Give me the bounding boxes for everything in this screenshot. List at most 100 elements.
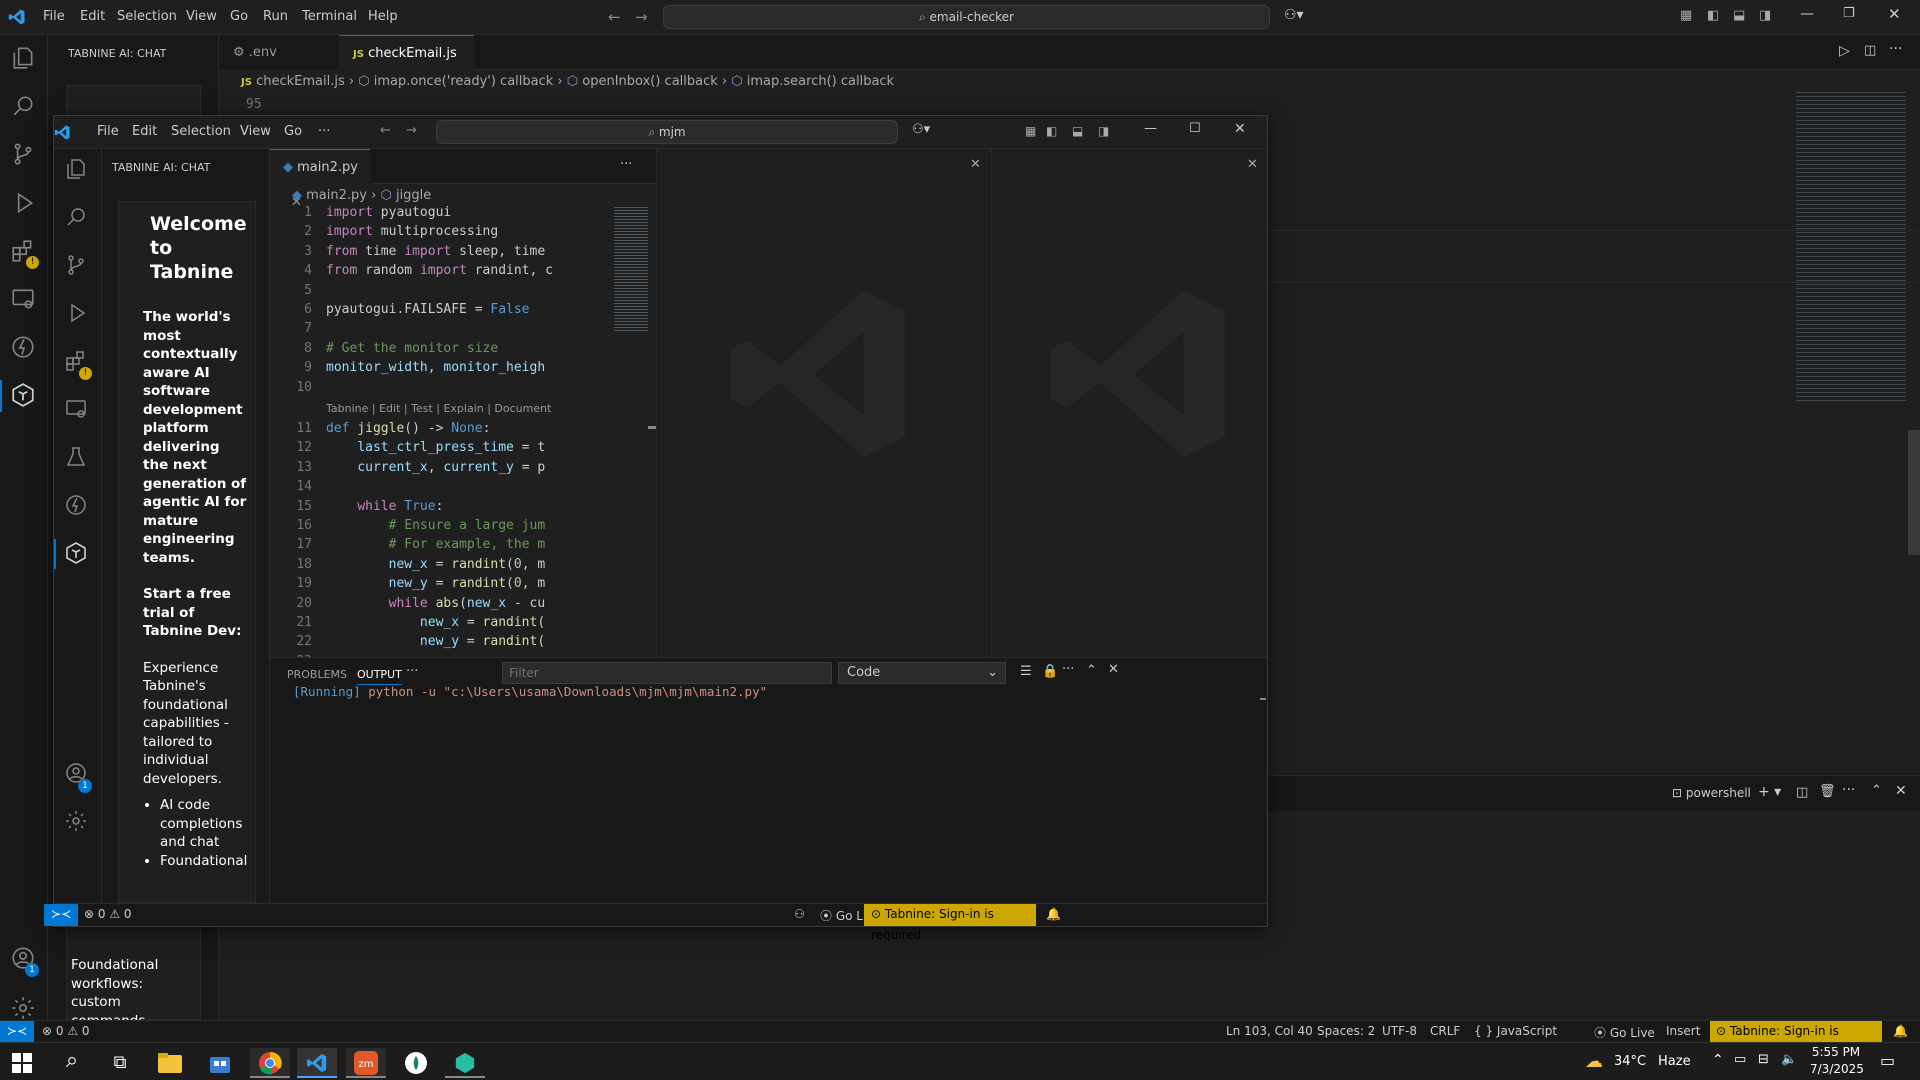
menu-view[interactable]: View (240, 124, 271, 139)
weather-description[interactable]: Haze (1658, 1054, 1691, 1069)
notification-center-icon[interactable]: ▭ (1880, 1051, 1895, 1070)
code-line[interactable]: def jiggle() -> None: (326, 421, 490, 436)
run-debug-icon[interactable] (10, 190, 38, 218)
menu-selection[interactable]: Selection (117, 9, 177, 24)
explorer-icon[interactable] (10, 45, 38, 73)
indentation[interactable]: Spaces: 2 (1317, 1024, 1375, 1038)
search-icon[interactable] (10, 93, 38, 121)
volume-icon[interactable]: 🔈 (1781, 1052, 1797, 1067)
code-line[interactable]: while True: (326, 499, 443, 514)
menu-help[interactable]: Help (368, 9, 398, 24)
toggle-sidebar-icon[interactable]: ◧ (1046, 124, 1057, 138)
code-line[interactable]: import pyautogui (326, 205, 451, 220)
menu-edit[interactable]: Edit (132, 124, 157, 139)
menu-go[interactable]: Go (284, 124, 302, 139)
file-explorer-icon[interactable] (150, 1048, 190, 1078)
remote-indicator-icon[interactable]: ≻≺ (44, 904, 78, 926)
problems-indicator[interactable]: ⊗ 0 ⚠ 0 (84, 907, 132, 921)
lightning-icon[interactable] (64, 493, 92, 521)
code-line[interactable]: # Ensure a large jum (326, 518, 546, 533)
settings-gear-icon[interactable] (10, 995, 38, 1023)
chrome-icon[interactable] (250, 1048, 290, 1078)
crumb-file[interactable]: checkEmail.js (256, 74, 345, 89)
close-group-icon[interactable]: ✕ (970, 157, 981, 172)
more-actions-icon[interactable]: ··· (1842, 782, 1855, 798)
close-panel-icon[interactable]: ✕ (1108, 662, 1119, 677)
trash-icon[interactable]: 🗑 (1819, 784, 1836, 799)
cursor-position[interactable]: Ln 103, Col 40 (1226, 1024, 1313, 1038)
code-line[interactable]: current_x, current_y = p (326, 460, 545, 475)
weather-temperature[interactable]: 34°C (1614, 1054, 1646, 1069)
code-line[interactable]: import multiprocessing (326, 224, 498, 239)
menu-view[interactable]: View (186, 9, 217, 24)
command-center-search[interactable]: ⌕ mjm (436, 120, 898, 144)
show-hidden-icons-icon[interactable]: ⌃ (1712, 1052, 1724, 1068)
more-panel-tabs-icon[interactable]: ··· (406, 664, 418, 679)
lock-icon[interactable]: 🔒 (1042, 664, 1058, 679)
vscode-insiders-icon[interactable] (445, 1048, 485, 1078)
back-arrow-icon[interactable]: ← (380, 123, 391, 138)
code-line[interactable]: while abs(new_x - cu (326, 596, 546, 611)
code-line[interactable]: new_y = randint( (326, 634, 545, 649)
source-control-icon[interactable] (64, 253, 92, 281)
terminal-tab[interactable]: ⊡ powershell (1672, 786, 1751, 800)
layout-customize-icon[interactable]: ▦ (1025, 124, 1036, 138)
filter-input[interactable] (502, 662, 832, 684)
editor-mode[interactable]: Insert (1666, 1024, 1700, 1038)
toggle-panel-icon[interactable]: ⬓ (1733, 8, 1745, 23)
testing-flask-icon[interactable] (64, 445, 92, 473)
tabnine-icon[interactable] (10, 382, 38, 410)
network-icon[interactable]: ⊟ (1758, 1052, 1769, 1067)
line-ending[interactable]: CRLF (1430, 1024, 1460, 1038)
encoding[interactable]: UTF-8 (1382, 1024, 1417, 1038)
menu-file[interactable]: File (97, 124, 119, 139)
code-area[interactable]: 1 import pyautogui 2 import multiprocessing… (270, 205, 605, 657)
crumb-1[interactable]: imap.once('ready') callback (374, 74, 554, 89)
command-center-search[interactable]: ⌕ email-checker (663, 5, 1270, 29)
search-icon[interactable] (64, 205, 92, 233)
split-editor-icon[interactable]: ◫ (1864, 43, 1876, 58)
store-icon[interactable] (200, 1048, 240, 1078)
crumb-2[interactable]: openInbox() callback (582, 74, 718, 89)
tab-main2[interactable]: ◆ main2.py ✕ (270, 149, 370, 210)
back-arrow-icon[interactable]: ← (608, 8, 621, 26)
zoom-icon[interactable]: zm (346, 1048, 386, 1078)
close-window-icon[interactable]: ✕ (1234, 121, 1246, 137)
remote-explorer-icon[interactable] (64, 397, 92, 425)
code-line[interactable]: new_x = randint(0, m (326, 557, 546, 572)
clock-time[interactable]: 5:55 PM (1810, 1045, 1862, 1059)
remote-indicator-icon[interactable]: ≻≺ (0, 1021, 34, 1042)
copilot-icon[interactable]: ⚇▾ (1284, 7, 1304, 23)
tab-output[interactable]: OUTPUT (357, 668, 402, 685)
tab-checkemail[interactable]: JS checkEmail.js ✕ (339, 35, 474, 97)
code-line[interactable]: from time import sleep, time (326, 244, 545, 259)
breadcrumb[interactable]: ◆ main2.py › ⬡ jiggle (292, 188, 431, 203)
copilot-status-icon[interactable]: ⚇ (794, 907, 805, 921)
vscode-taskbar-icon[interactable] (297, 1048, 337, 1078)
copilot-icon[interactable]: ⚇▾ (912, 122, 930, 137)
menu-selection[interactable]: Selection (171, 124, 231, 139)
run-file-icon[interactable]: ▷ (1839, 43, 1850, 59)
go-live-button[interactable]: ⦿ Go Live (1594, 1024, 1655, 1041)
restore-icon[interactable]: ❐ (1843, 6, 1855, 21)
more-actions-icon[interactable]: ··· (620, 157, 632, 172)
battery-icon[interactable]: ▭ (1734, 1052, 1746, 1067)
more-menu-icon[interactable]: ··· (318, 124, 330, 139)
layout-customize-icon[interactable]: ▦ (1680, 8, 1692, 23)
tabnine-icon[interactable] (64, 541, 92, 569)
minimize-icon[interactable]: — (1800, 6, 1814, 22)
code-line[interactable]: # For example, the m (326, 537, 546, 552)
toggle-sidebar-icon[interactable]: ◧ (1707, 8, 1719, 23)
maximize-icon[interactable]: ☐ (1189, 121, 1201, 136)
settings-gear-icon[interactable] (64, 809, 92, 837)
close-window-icon[interactable]: ✕ (1888, 5, 1901, 23)
toggle-secondary-sidebar-icon[interactable]: ◨ (1759, 8, 1771, 23)
windows-start-icon[interactable] (2, 1048, 42, 1078)
codelens-actions[interactable]: Tabnine | Edit | Test | Explain | Docume… (326, 402, 551, 415)
explorer-icon[interactable] (64, 157, 92, 185)
tab-problems[interactable]: PROBLEMS (287, 668, 347, 681)
lightning-icon[interactable] (10, 334, 38, 362)
code-line[interactable]: pyautogui.FAILSAFE = False (326, 302, 530, 317)
source-control-icon[interactable] (10, 141, 38, 169)
app-circle-icon[interactable] (396, 1048, 436, 1078)
